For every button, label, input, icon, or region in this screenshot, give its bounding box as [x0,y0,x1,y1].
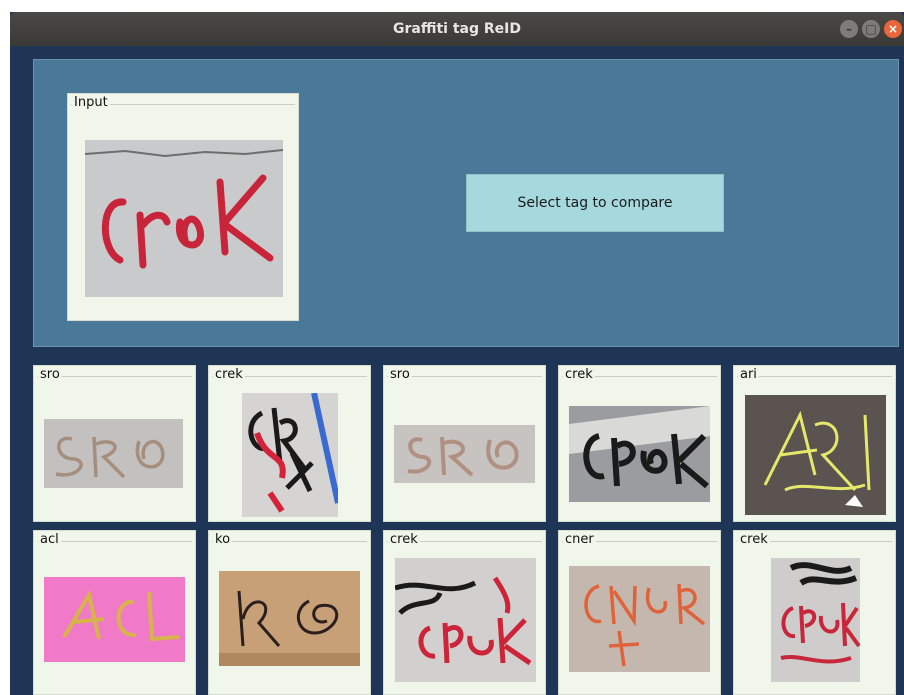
result-card[interactable]: crek [733,530,896,695]
result-card[interactable]: ari [733,365,896,522]
result-tag-image [219,571,360,666]
result-card[interactable]: crek [558,365,721,522]
result-card[interactable]: acl [33,530,196,695]
result-tag-image [44,419,183,488]
result-card[interactable]: sro [383,365,546,522]
result-tag-image [569,406,710,502]
input-label: Input [72,95,110,110]
select-tag-to-compare-button[interactable]: Select tag to compare [466,174,724,232]
result-tag-image [771,558,860,682]
input-panel: Input Select tag to compare [33,59,899,347]
result-tag-image [394,425,535,483]
title-bar: Graffiti tag ReID – □ × [10,12,904,46]
result-label: crek [738,532,770,547]
result-card[interactable]: sro [33,365,196,522]
result-tag-image [44,577,185,662]
input-tag-image [85,140,283,297]
result-tag-image [569,566,710,672]
result-tag-image [242,393,338,517]
minimize-icon[interactable]: – [840,20,858,38]
result-card[interactable]: crek [208,365,371,522]
app-window: Graffiti tag ReID – □ × Input Select tag… [10,12,904,695]
result-label: crek [388,532,420,547]
result-card[interactable]: ko [208,530,371,695]
result-card[interactable]: cner [558,530,721,695]
input-frame: Input [67,93,299,321]
result-label: cner [563,532,596,547]
result-tag-image [745,395,886,515]
close-icon[interactable]: × [884,20,902,38]
result-label: sro [38,367,62,382]
result-label: sro [388,367,412,382]
maximize-icon[interactable]: □ [862,20,880,38]
result-label: ari [738,367,759,382]
result-label: ko [213,532,233,547]
result-label: acl [38,532,61,547]
window-controls: – □ × [840,20,902,38]
result-card[interactable]: crek [383,530,546,695]
window-title: Graffiti tag ReID [393,21,521,37]
result-label: crek [563,367,595,382]
result-label: crek [213,367,245,382]
result-tag-image [395,558,536,682]
